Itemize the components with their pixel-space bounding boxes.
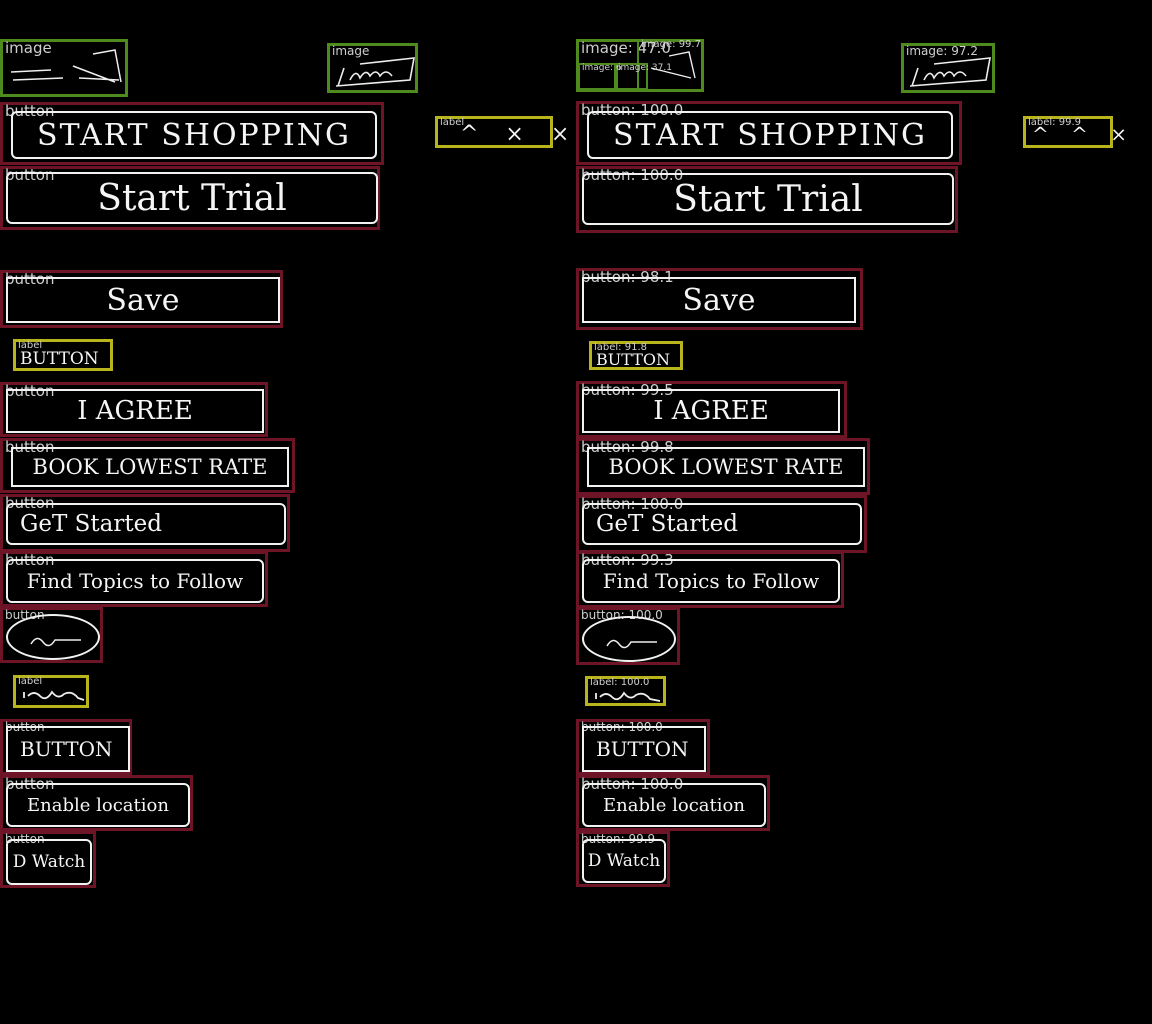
get-started-button[interactable]: GeT Started <box>6 503 286 545</box>
watch-detection: button: 99.9 D Watch <box>576 831 670 887</box>
image-sub-box-3: image: 37.1 <box>614 63 672 90</box>
handwritten-scribble-image <box>10 49 122 83</box>
start-trial-detection: button: 100.0 Start Trial <box>576 166 958 233</box>
image-box-top-right: image: 97.2 <box>901 43 995 93</box>
enable-location-detection: button Enable location <box>0 775 193 831</box>
button-button-detection: button: 100.0 BUTTON <box>576 719 710 775</box>
start-shopping-button[interactable]: START SHOPPING <box>587 111 953 159</box>
get-started-detection: button: 100.0 GeT Started <box>576 495 867 553</box>
book-lowest-rate-detection: button: 99.8 BOOK LOWEST RATE <box>576 438 870 495</box>
watch-button[interactable]: D Watch <box>582 839 666 883</box>
button-label-detection: label BUTTON <box>13 339 113 371</box>
icons-label-detection: label ^ × × <box>435 116 569 148</box>
start-trial-button[interactable]: Start Trial <box>6 172 378 224</box>
oval-button-detection: button <box>0 607 103 663</box>
enable-location-button[interactable]: Enable location <box>582 783 766 827</box>
enable-location-button[interactable]: Enable location <box>6 783 190 827</box>
squiggle-label-icon <box>595 691 661 702</box>
save-detection: button Save <box>0 270 283 328</box>
icon-row-label: ^ ^ × <box>1032 122 1135 146</box>
book-lowest-rate-button[interactable]: BOOK LOWEST RATE <box>587 447 865 487</box>
save-button[interactable]: Save <box>6 277 280 323</box>
watch-button[interactable]: D Watch <box>6 839 92 885</box>
button-button[interactable]: BUTTON <box>582 726 706 772</box>
find-topics-button[interactable]: Find Topics to Follow <box>582 559 840 603</box>
watch-detection: button D Watch <box>0 831 96 888</box>
start-trial-detection: button Start Trial <box>0 166 380 230</box>
book-lowest-rate-detection: button BOOK LOWEST RATE <box>0 438 295 493</box>
save-button[interactable]: Save <box>582 277 856 323</box>
squiggle-image <box>335 57 415 87</box>
button-button[interactable]: BUTTON <box>6 726 130 772</box>
squiggle-label-detection: label: 100.0 <box>585 676 666 706</box>
squiggle-image <box>909 57 991 87</box>
left-detection-panel: image image button START SHOPPING label … <box>0 0 576 1024</box>
squiggle-label-icon <box>23 690 85 701</box>
i-agree-detection: button I AGREE <box>0 382 268 437</box>
image-sub-box-2: image: 6 <box>578 63 622 90</box>
icons-label-detection: label: 99.9 ^ ^ × <box>1023 116 1127 148</box>
find-topics-detection: button: 99.3 Find Topics to Follow <box>576 551 844 608</box>
start-shopping-button[interactable]: START SHOPPING <box>11 111 377 159</box>
image-tag: image: 99.7 <box>641 39 701 50</box>
book-lowest-rate-button[interactable]: BOOK LOWEST RATE <box>11 447 289 487</box>
get-started-button[interactable]: GeT Started <box>582 503 862 545</box>
button-label-detection: label: 91.8 BUTTON <box>589 341 683 370</box>
right-detection-panel: image: 47.0 image: 99.7 image: 6 image: … <box>576 0 1152 1024</box>
button-button-detection: button BUTTON <box>0 719 132 775</box>
squiggle-icon <box>30 637 81 647</box>
image-tag: image: 37.1 <box>618 63 672 73</box>
save-detection: button: 98.1 Save <box>576 268 863 330</box>
image-box-top-right: image <box>327 43 418 93</box>
i-agree-button[interactable]: I AGREE <box>582 389 840 433</box>
button-text-label: BUTTON <box>20 349 99 369</box>
start-trial-button[interactable]: Start Trial <box>582 173 954 225</box>
start-shopping-detection: button: 100.0 START SHOPPING <box>576 101 962 165</box>
i-agree-detection: button: 99.5 I AGREE <box>576 381 847 438</box>
find-topics-button[interactable]: Find Topics to Follow <box>6 559 264 603</box>
oval-button-detection: button: 100.0 <box>576 607 680 665</box>
icon-row-label: ^ × × <box>460 121 580 147</box>
enable-location-detection: button: 100.0 Enable location <box>576 775 770 831</box>
image-box-top-left: image <box>0 39 128 97</box>
i-agree-button[interactable]: I AGREE <box>6 389 264 433</box>
get-started-detection: button GeT Started <box>0 494 290 552</box>
squiggle-label-detection: label <box>13 675 89 708</box>
find-topics-detection: button Find Topics to Follow <box>0 551 268 607</box>
start-shopping-detection: button START SHOPPING <box>0 102 384 165</box>
squiggle-icon <box>606 639 657 649</box>
button-text-label: BUTTON <box>596 349 670 369</box>
